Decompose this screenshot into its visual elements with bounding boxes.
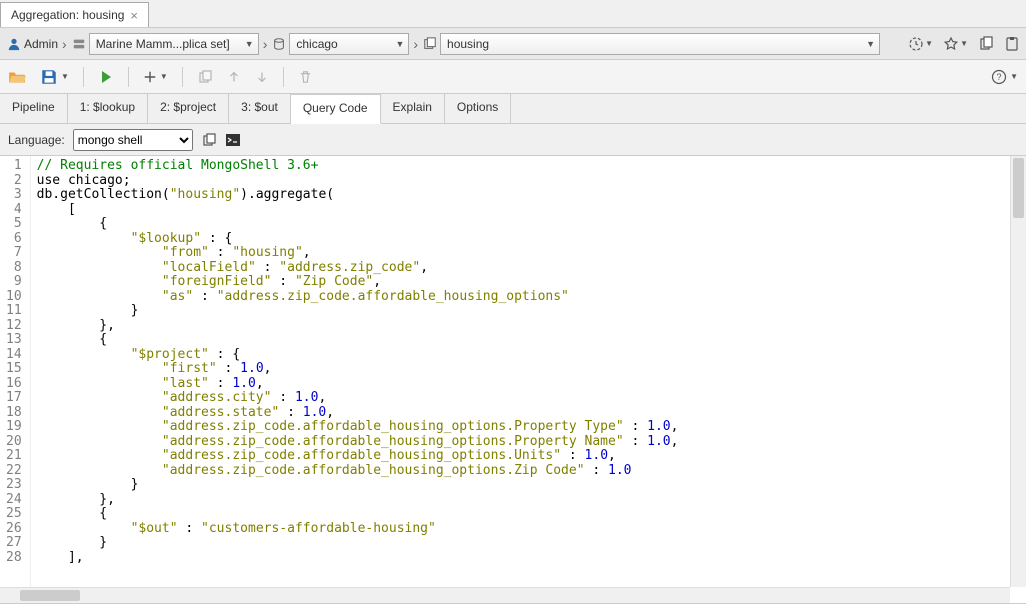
database-icon bbox=[271, 36, 287, 52]
stage-tab[interactable]: 1: $lookup bbox=[68, 94, 148, 123]
language-select[interactable]: mongo shell bbox=[73, 129, 193, 151]
copy-icon[interactable] bbox=[978, 36, 994, 52]
language-bar: Language: mongo shell bbox=[0, 124, 1026, 156]
duplicate-stage-button[interactable] bbox=[197, 69, 213, 85]
collection-combo[interactable]: housing ▼ bbox=[440, 33, 880, 55]
toolbar-separator bbox=[283, 67, 284, 87]
move-up-button[interactable] bbox=[227, 70, 241, 84]
chevron-down-icon: ▼ bbox=[395, 39, 404, 49]
run-button[interactable] bbox=[98, 69, 114, 85]
toolbar-separator bbox=[128, 67, 129, 87]
open-shell-icon[interactable] bbox=[225, 132, 241, 148]
add-stage-button[interactable]: ▼ bbox=[143, 70, 168, 84]
database-combo[interactable]: chicago ▼ bbox=[289, 33, 409, 55]
horizontal-scrollbar[interactable] bbox=[0, 587, 1010, 603]
help-button[interactable]: ?▼ bbox=[991, 69, 1018, 85]
paste-icon[interactable] bbox=[1004, 36, 1020, 52]
toolbar-separator bbox=[83, 67, 84, 87]
svg-text:?: ? bbox=[997, 72, 1002, 82]
delete-stage-button[interactable] bbox=[298, 69, 313, 84]
toolbar: ▼ ▼ ?▼ bbox=[0, 60, 1026, 94]
copy-code-icon[interactable] bbox=[201, 132, 217, 148]
stage-tab[interactable]: 2: $project bbox=[148, 94, 229, 123]
chevron-down-icon: ▼ bbox=[245, 39, 254, 49]
save-button[interactable]: ▼ bbox=[40, 68, 69, 86]
code-area[interactable]: // Requires official MongoShell 3.6+use … bbox=[31, 156, 1026, 603]
breadcrumb-bar: Admin › Marine Mamm...plica set] ▼ › chi… bbox=[0, 28, 1026, 60]
breadcrumb-separator: › bbox=[261, 36, 270, 52]
document-tab-title: Aggregation: housing bbox=[11, 8, 124, 22]
stage-tab[interactable]: 3: $out bbox=[229, 94, 291, 123]
toolbar-separator bbox=[182, 67, 183, 87]
move-down-button[interactable] bbox=[255, 70, 269, 84]
stage-tab[interactable]: Options bbox=[445, 94, 511, 123]
stage-tab[interactable]: Query Code bbox=[291, 94, 381, 124]
gutter: 1234567891011121314151617181920212223242… bbox=[0, 156, 31, 603]
database-combo-label: chicago bbox=[296, 37, 391, 51]
vertical-scrollbar[interactable] bbox=[1010, 156, 1026, 587]
server-combo-label: Marine Mamm...plica set] bbox=[96, 37, 241, 51]
chevron-down-icon: ▼ bbox=[866, 39, 875, 49]
collection-combo-label: housing bbox=[447, 37, 862, 51]
favorite-icon[interactable]: ▼ bbox=[943, 36, 968, 52]
language-label: Language: bbox=[8, 133, 65, 147]
history-icon[interactable]: ▼ bbox=[908, 36, 933, 52]
breadcrumb-separator: › bbox=[60, 36, 69, 52]
breadcrumb-separator: › bbox=[411, 36, 420, 52]
document-tab-bar: Aggregation: housing × bbox=[0, 0, 1026, 28]
open-button[interactable] bbox=[8, 68, 26, 86]
breadcrumb-user: Admin bbox=[24, 37, 58, 51]
document-tab[interactable]: Aggregation: housing × bbox=[0, 2, 149, 27]
server-combo[interactable]: Marine Mamm...plica set] ▼ bbox=[89, 33, 259, 55]
stage-tab[interactable]: Pipeline bbox=[0, 94, 68, 123]
close-icon[interactable]: × bbox=[130, 8, 138, 23]
user-icon bbox=[6, 36, 22, 52]
stage-tab[interactable]: Explain bbox=[381, 94, 445, 123]
server-icon bbox=[71, 36, 87, 52]
collection-icon bbox=[422, 36, 438, 52]
code-editor[interactable]: 1234567891011121314151617181920212223242… bbox=[0, 156, 1026, 604]
stage-tabs: Pipeline1: $lookup2: $project3: $outQuer… bbox=[0, 94, 1026, 124]
